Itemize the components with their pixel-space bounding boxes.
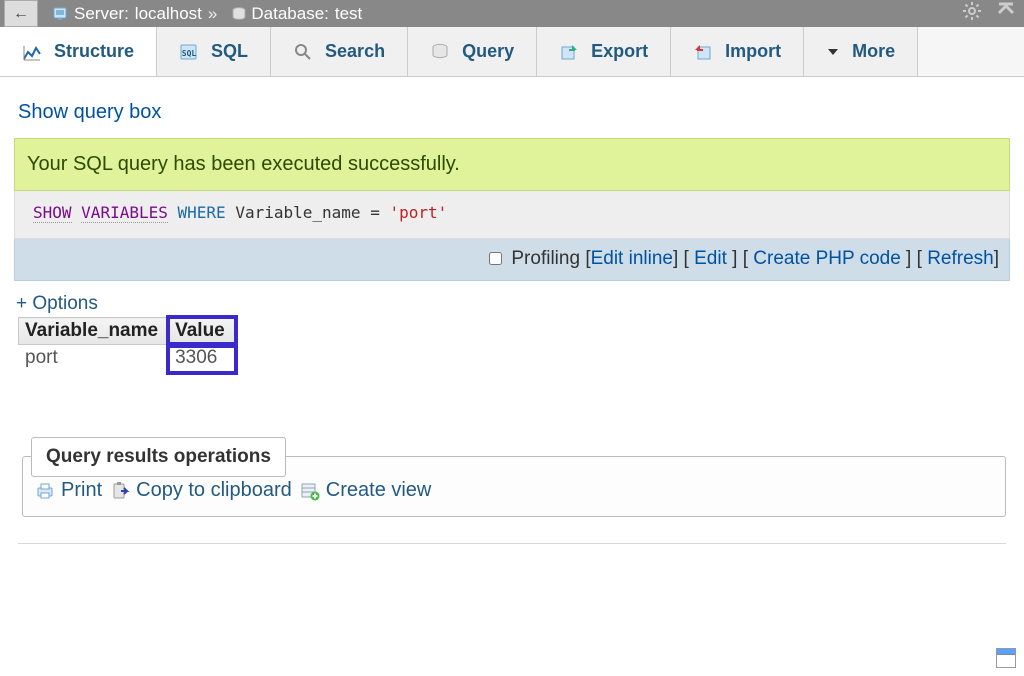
divider: [18, 543, 1006, 544]
options-toggle[interactable]: + Options: [8, 281, 98, 317]
results-table: Variable_name Value port 3306: [18, 317, 236, 372]
edit-inline-link[interactable]: Edit inline: [591, 248, 673, 269]
print-link[interactable]: Print: [35, 479, 102, 502]
cell-variable-name: port: [19, 345, 169, 372]
profiling-checkbox[interactable]: [489, 252, 502, 265]
tab-query[interactable]: Query: [408, 27, 537, 76]
executed-query: SHOW VARIABLES WHERE Variable_name = 'po…: [14, 191, 1010, 239]
query-results-operations: Query results operations Print Copy to c…: [22, 456, 1006, 517]
col-variable-name[interactable]: Variable_name: [19, 318, 169, 345]
tab-more[interactable]: More: [804, 27, 918, 76]
sql-string: 'port': [389, 203, 447, 222]
create-view-link[interactable]: Create view: [300, 479, 432, 502]
refresh-link[interactable]: Refresh: [927, 248, 994, 269]
success-message: Your SQL query has been executed success…: [14, 138, 1010, 191]
query-toolbar: Profiling [Edit inline] [ Edit ] [ Creat…: [14, 239, 1010, 281]
tab-label: Export: [591, 41, 648, 62]
tab-label: Import: [725, 41, 781, 62]
search-icon: [293, 42, 313, 62]
sql-icon: SQL: [179, 42, 199, 62]
tab-sql[interactable]: SQL SQL: [157, 27, 271, 76]
profiling-label[interactable]: Profiling: [511, 248, 580, 269]
tab-structure[interactable]: Structure: [0, 27, 157, 76]
server-icon: [52, 6, 70, 22]
back-button[interactable]: ←: [4, 0, 38, 27]
svg-text:SQL: SQL: [182, 49, 197, 58]
cell-value: 3306: [169, 345, 236, 372]
export-icon: [559, 42, 579, 62]
print-label: Print: [61, 479, 102, 502]
show-query-box-link[interactable]: Show query box: [8, 83, 167, 138]
query-icon: [430, 42, 450, 62]
import-icon: [693, 42, 713, 62]
col-value[interactable]: Value: [169, 318, 236, 345]
sql-eq: =: [370, 203, 380, 222]
server-label: Server:: [74, 4, 129, 24]
create-view-icon: [300, 481, 320, 501]
structure-icon: [22, 42, 42, 62]
chevron-down-icon: [826, 42, 840, 62]
database-icon: [231, 6, 247, 22]
tab-search[interactable]: Search: [271, 27, 408, 76]
tab-label: Structure: [54, 41, 134, 62]
copy-label: Copy to clipboard: [136, 479, 292, 502]
tab-label: SQL: [211, 41, 248, 62]
clipboard-icon: [110, 481, 130, 501]
database-label: Database:: [251, 4, 329, 24]
table-row: port 3306: [19, 345, 236, 372]
create-view-label: Create view: [326, 479, 432, 502]
query-result-panel: Your SQL query has been executed success…: [14, 138, 1010, 281]
gear-icon[interactable]: [962, 1, 982, 26]
operations-legend: Query results operations: [31, 437, 286, 477]
sql-ident: Variable_name: [235, 203, 360, 222]
tab-label: Search: [325, 41, 385, 62]
database-name[interactable]: test: [335, 4, 362, 24]
tab-label: Query: [462, 41, 514, 62]
sql-kw-where: WHERE: [178, 203, 226, 222]
print-icon: [35, 481, 55, 501]
server-name[interactable]: localhost: [135, 4, 202, 24]
sql-kw-show: SHOW: [33, 203, 72, 223]
console-toggle[interactable]: [996, 648, 1016, 668]
main-tabs: Structure SQL SQL Search Query Export Im…: [0, 27, 1024, 77]
copy-clipboard-link[interactable]: Copy to clipboard: [110, 479, 292, 502]
tab-label: More: [852, 41, 895, 62]
collapse-icon[interactable]: [996, 1, 1016, 26]
create-php-link[interactable]: Create PHP code: [753, 248, 901, 269]
tab-export[interactable]: Export: [537, 27, 671, 76]
tab-import[interactable]: Import: [671, 27, 804, 76]
edit-link[interactable]: Edit: [694, 248, 727, 269]
breadcrumb-separator: »: [208, 4, 217, 24]
breadcrumb-bar: ← Server: localhost » Database: test: [0, 0, 1024, 27]
sql-kw-variables: VARIABLES: [81, 203, 168, 223]
